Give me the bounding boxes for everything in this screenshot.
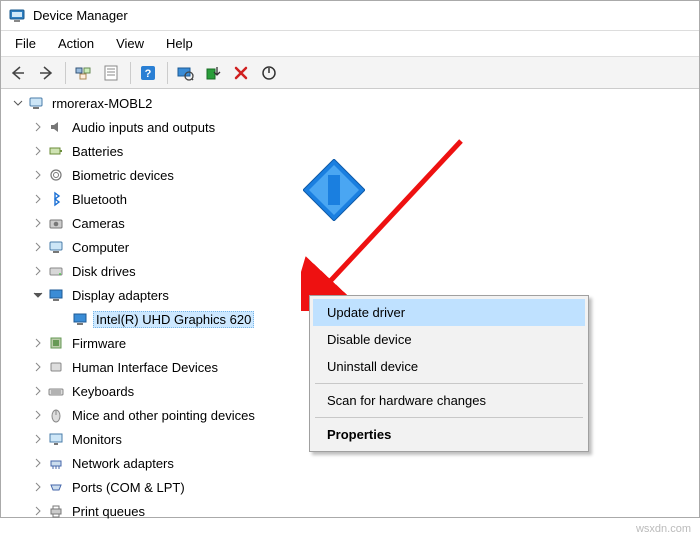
- properties-button[interactable]: [98, 60, 124, 86]
- category-label: Display adapters: [72, 288, 169, 303]
- category-label: Mice and other pointing devices: [72, 408, 255, 423]
- expand-icon[interactable]: [31, 288, 45, 302]
- category-icon: [47, 118, 65, 136]
- category-label: Disk drives: [72, 264, 136, 279]
- uninstall-device-button[interactable]: [228, 60, 254, 86]
- category-label: Bluetooth: [72, 192, 127, 207]
- tree-category[interactable]: Ports (COM & LPT): [7, 475, 693, 499]
- category-label: Firmware: [72, 336, 126, 351]
- window-title: Device Manager: [33, 8, 128, 23]
- category-icon: [47, 454, 65, 472]
- category-label: Network adapters: [72, 456, 174, 471]
- cm-disable-device[interactable]: Disable device: [313, 326, 585, 353]
- computer-icon: [27, 94, 45, 112]
- category-icon: [47, 214, 65, 232]
- help-button[interactable]: ?: [135, 60, 161, 86]
- tree-category[interactable]: Cameras: [7, 211, 693, 235]
- category-label: Batteries: [72, 144, 123, 159]
- category-label: Cameras: [72, 216, 125, 231]
- category-icon: [47, 334, 65, 352]
- cm-properties[interactable]: Properties: [313, 421, 585, 448]
- tree-root[interactable]: rmorerax-MOBL2: [7, 91, 693, 115]
- tree-category[interactable]: Audio inputs and outputs: [7, 115, 693, 139]
- category-label: Print queues: [72, 504, 145, 519]
- cm-scan-hardware[interactable]: Scan for hardware changes: [313, 387, 585, 414]
- tree-category[interactable]: Computer: [7, 235, 693, 259]
- tree-category[interactable]: Print queues: [7, 499, 693, 519]
- back-button[interactable]: [5, 60, 31, 86]
- expand-icon[interactable]: [31, 144, 45, 158]
- app-icon: [9, 8, 25, 24]
- expand-icon[interactable]: [31, 216, 45, 230]
- category-icon: [47, 430, 65, 448]
- category-icon: [47, 382, 65, 400]
- forward-button[interactable]: [33, 60, 59, 86]
- category-icon: [47, 166, 65, 184]
- scan-hardware-button[interactable]: [172, 60, 198, 86]
- expand-icon[interactable]: [31, 336, 45, 350]
- category-icon: [47, 478, 65, 496]
- category-icon: [47, 238, 65, 256]
- context-menu: Update driver Disable device Uninstall d…: [309, 295, 589, 452]
- category-icon: [47, 502, 65, 519]
- tree-category[interactable]: Network adapters: [7, 451, 693, 475]
- category-icon: [47, 286, 65, 304]
- expand-icon[interactable]: [31, 264, 45, 278]
- tree-category[interactable]: Biometric devices: [7, 163, 693, 187]
- expand-icon[interactable]: [31, 456, 45, 470]
- expand-icon[interactable]: [31, 168, 45, 182]
- expand-icon[interactable]: [31, 480, 45, 494]
- expand-icon[interactable]: [31, 384, 45, 398]
- watermark: wsxdn.com: [636, 523, 691, 535]
- category-icon: [47, 142, 65, 160]
- category-icon: [47, 262, 65, 280]
- expand-icon[interactable]: [31, 120, 45, 134]
- collapse-icon[interactable]: [11, 96, 25, 110]
- expand-icon[interactable]: [31, 432, 45, 446]
- category-label: Audio inputs and outputs: [72, 120, 215, 135]
- category-label: Ports (COM & LPT): [72, 480, 185, 495]
- tree-category[interactable]: Batteries: [7, 139, 693, 163]
- svg-text:?: ?: [145, 68, 152, 80]
- category-label: Monitors: [72, 432, 122, 447]
- cm-uninstall-device[interactable]: Uninstall device: [313, 353, 585, 380]
- category-label: Keyboards: [72, 384, 134, 399]
- title-bar: Device Manager: [1, 1, 699, 31]
- category-label: Computer: [72, 240, 129, 255]
- update-driver-button[interactable]: [200, 60, 226, 86]
- spacer: [55, 312, 69, 326]
- show-hidden-button[interactable]: [70, 60, 96, 86]
- category-label: Biometric devices: [72, 168, 174, 183]
- expand-icon[interactable]: [31, 504, 45, 518]
- menu-file[interactable]: File: [5, 33, 46, 54]
- cm-separator: [315, 417, 583, 418]
- cm-separator: [315, 383, 583, 384]
- menu-view[interactable]: View: [106, 33, 154, 54]
- category-label: Human Interface Devices: [72, 360, 218, 375]
- tree-category[interactable]: Disk drives: [7, 259, 693, 283]
- disable-device-button[interactable]: [256, 60, 282, 86]
- expand-icon[interactable]: [31, 192, 45, 206]
- expand-icon[interactable]: [31, 240, 45, 254]
- category-icon: [47, 406, 65, 424]
- expand-icon[interactable]: [31, 408, 45, 422]
- toolbar: ?: [1, 57, 699, 89]
- menu-help[interactable]: Help: [156, 33, 203, 54]
- device-label: Intel(R) UHD Graphics 620: [96, 312, 251, 327]
- tree-category[interactable]: Bluetooth: [7, 187, 693, 211]
- category-icon: [47, 190, 65, 208]
- expand-icon[interactable]: [31, 360, 45, 374]
- menu-action[interactable]: Action: [48, 33, 104, 54]
- menu-bar: File Action View Help: [1, 31, 699, 57]
- tree-root-label: rmorerax-MOBL2: [52, 96, 152, 111]
- category-icon: [47, 358, 65, 376]
- cm-update-driver[interactable]: Update driver: [313, 299, 585, 326]
- device-icon: [71, 310, 89, 328]
